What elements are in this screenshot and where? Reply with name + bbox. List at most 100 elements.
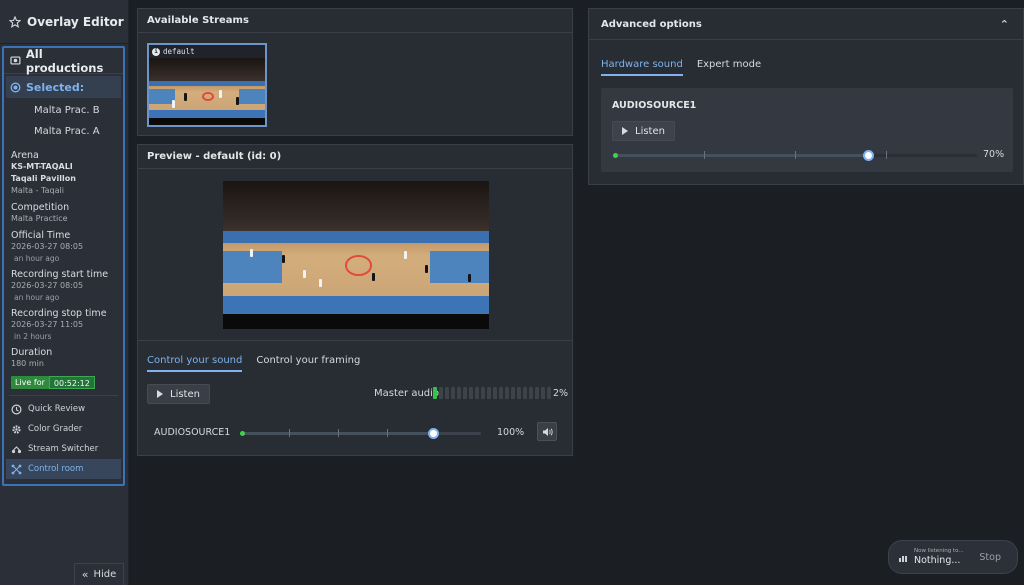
audio-source-slider[interactable] [240, 428, 481, 439]
meter-segment [439, 387, 443, 399]
rec-start-label: Recording start time [11, 269, 109, 280]
all-productions-item[interactable]: All productions [4, 47, 123, 75]
slider-fill [614, 154, 869, 157]
control-room-icon [11, 464, 22, 474]
slider-tick [795, 151, 796, 159]
production-item[interactable]: Malta Prac. A [4, 121, 123, 142]
signal-dot [613, 153, 618, 158]
hardware-sound-slider[interactable] [613, 150, 977, 161]
arena-code: KS-MT-TAQALI [11, 162, 73, 171]
play-icon [622, 127, 628, 135]
audio-bars-icon [899, 552, 907, 562]
listen-button[interactable]: Listen [612, 121, 675, 141]
competition-value: Malta Practice [11, 214, 68, 223]
meter-segment [523, 387, 527, 399]
meter-segment [463, 387, 467, 399]
nav-label: Control room [28, 464, 84, 474]
meter-segment [535, 387, 539, 399]
nav-quick-review[interactable]: Quick Review [4, 399, 123, 419]
rec-stop-relative: in 2 hours [14, 332, 52, 341]
nav-stream-switcher[interactable]: Stream Switcher [4, 439, 123, 459]
listen-label: Listen [170, 388, 200, 400]
master-audio-label: Master audio [374, 388, 440, 399]
meter-segment [481, 387, 485, 399]
meter-segment [433, 387, 437, 399]
chevron-up-icon[interactable]: ⌃ [1000, 18, 1009, 31]
audio-source-value: 100% [497, 427, 525, 438]
meter-segment [475, 387, 479, 399]
slider-fill [241, 432, 433, 435]
official-time-label: Official Time [11, 230, 71, 241]
signal-dot [240, 431, 245, 436]
stream-thumbnail[interactable]: i default [147, 43, 267, 127]
production-box: All productions Selected: Malta Prac. B … [2, 46, 125, 486]
switch-icon [11, 445, 22, 453]
panel-title: Advanced options [601, 18, 702, 30]
nav-label: Quick Review [28, 404, 86, 414]
rec-start-relative: an hour ago [14, 293, 60, 302]
duration-label: Duration [11, 347, 53, 358]
tab-hardware-sound[interactable]: Hardware sound [601, 59, 683, 76]
production-item[interactable]: Malta Prac. B [4, 100, 123, 121]
slider-tick [338, 429, 339, 437]
nav-label: Color Grader [28, 424, 83, 434]
live-label: Live for [11, 376, 49, 389]
hide-sidebar-button[interactable]: « Hide [74, 563, 124, 585]
slider-knob[interactable] [427, 428, 439, 439]
listen-label: Listen [635, 125, 665, 137]
sidebar-title: Overlay Editor [27, 14, 124, 29]
listen-button[interactable]: Listen [147, 384, 210, 404]
nav-control-room[interactable]: Control room [6, 459, 121, 479]
now-listening-widget: Now listening to... Nothing... Stop [888, 540, 1018, 574]
production-info: Arena KS-MT-TAQALI Taqali Pavillon Malta… [4, 142, 123, 389]
speaker-icon [542, 427, 553, 436]
sidebar: Overlay Editor All productions Selected:… [0, 0, 129, 585]
meter-segment [487, 387, 491, 399]
stream-label-bar: i default [149, 45, 265, 58]
double-chevron-left-icon: « [81, 568, 89, 581]
official-time-value: 2026-03-27 08:05 [11, 242, 84, 251]
arena-location: Malta - Taqali [11, 186, 64, 195]
stream-thumbnail-image [149, 58, 265, 125]
panel-title: Available Streams [138, 9, 572, 33]
slider-tick [886, 151, 887, 159]
meter-segment [547, 387, 551, 399]
meter-segment [505, 387, 509, 399]
preview-video[interactable] [223, 181, 489, 329]
tab-control-framing[interactable]: Control your framing [256, 355, 360, 372]
arena-name: Taqali Pavillon [11, 174, 76, 183]
slider-knob[interactable] [862, 150, 874, 161]
master-audio-value: 2% [553, 388, 569, 399]
sidebar-nav: Quick Review Color Grader Stream Switche… [4, 399, 123, 479]
audio-source-card: AUDIOSOURCE1 Listen 70% [601, 88, 1013, 172]
sidebar-header[interactable]: Overlay Editor [0, 0, 128, 44]
meter-segment [511, 387, 515, 399]
meter-segment [529, 387, 533, 399]
tab-expert-mode[interactable]: Expert mode [697, 59, 761, 76]
preview-panel: Preview - default (id: 0) Control your s… [137, 144, 573, 456]
slider-tick [704, 151, 705, 159]
tab-control-sound[interactable]: Control your sound [147, 355, 243, 372]
duration-value: 180 min [11, 359, 44, 368]
target-icon [10, 82, 21, 92]
selected-item[interactable]: Selected: [6, 76, 121, 98]
advanced-options-header[interactable]: Advanced options ⌃ [589, 9, 1023, 40]
rec-start-value: 2026-03-27 08:05 [11, 281, 84, 290]
panel-title: Preview - default (id: 0) [138, 145, 572, 169]
competition-label: Competition [11, 202, 70, 213]
divider [138, 340, 572, 341]
nav-color-grader[interactable]: Color Grader [4, 419, 123, 439]
rec-stop-value: 2026-03-27 11:05 [11, 320, 84, 329]
available-streams-panel: Available Streams i default [137, 8, 573, 136]
master-audio-meter [433, 387, 551, 399]
selected-label: Selected: [26, 80, 85, 94]
meter-segment [457, 387, 461, 399]
nav-label: Stream Switcher [28, 444, 99, 454]
divider [9, 395, 118, 396]
meter-segment [517, 387, 521, 399]
sound-framing-tabs: Control your sound Control your framing [147, 355, 360, 372]
live-badge: Live for 00:52:12 [11, 376, 95, 389]
meter-segment [499, 387, 503, 399]
stop-button[interactable]: Stop [979, 552, 1001, 563]
volume-button[interactable] [537, 422, 557, 441]
